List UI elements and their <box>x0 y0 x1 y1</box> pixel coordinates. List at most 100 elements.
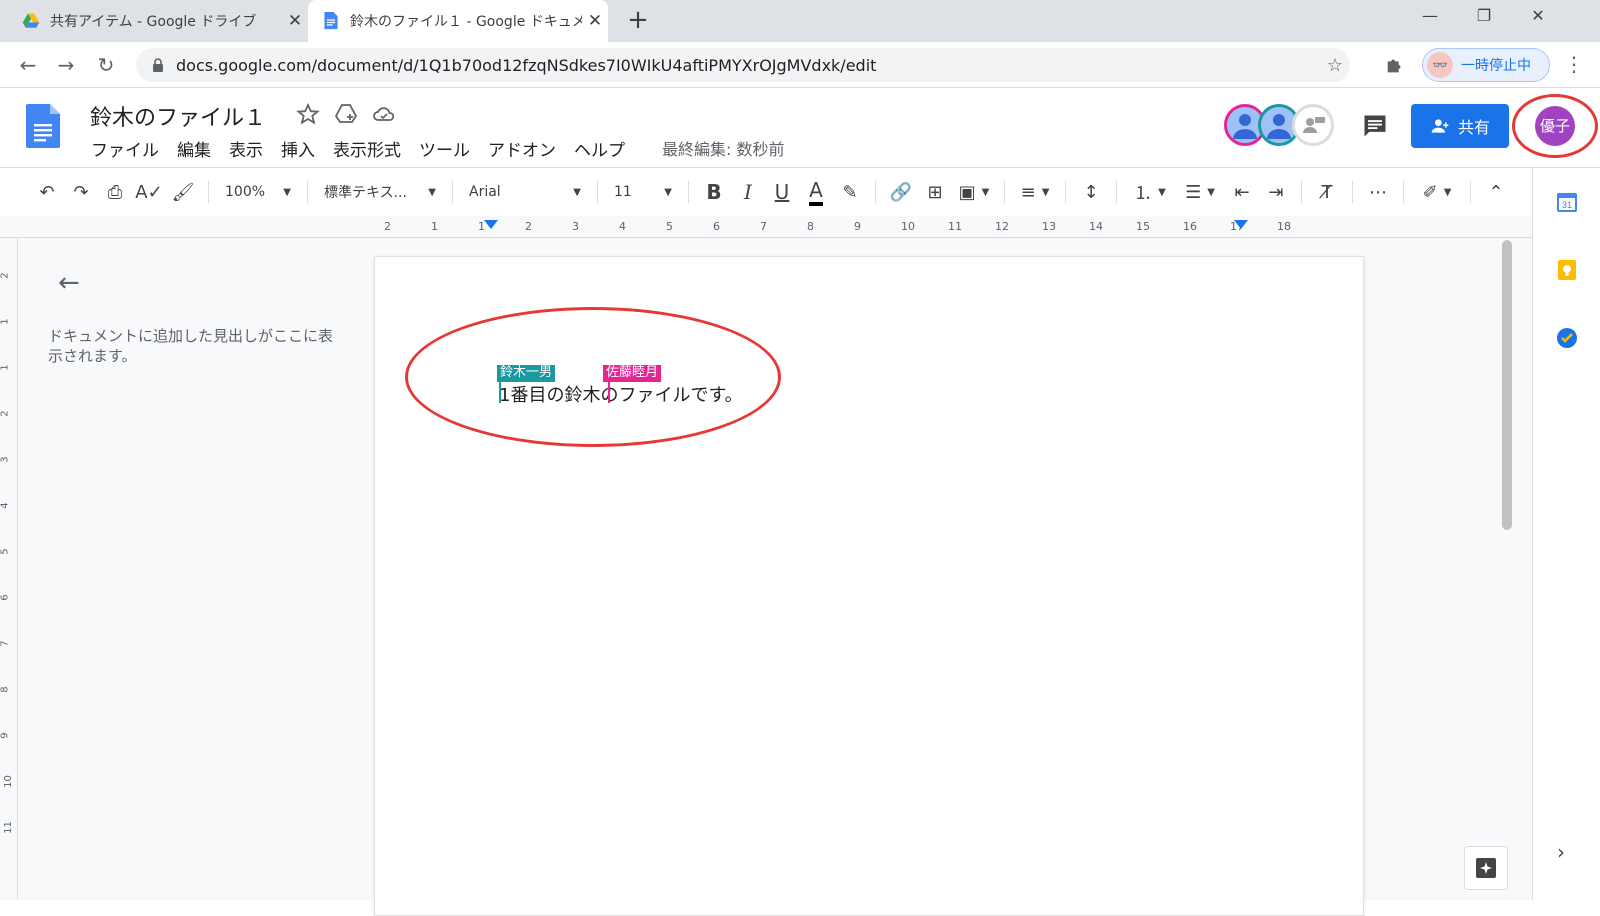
spellcheck-icon[interactable]: A✓ <box>134 176 164 208</box>
clear-formatting-icon[interactable]: T̸ <box>1312 176 1342 208</box>
bookmark-star-icon[interactable]: ☆ <box>1320 55 1350 76</box>
print-icon[interactable]: ⎙ <box>100 176 130 208</box>
restore-button[interactable]: ❐ <box>1464 6 1504 25</box>
explore-button[interactable] <box>1464 846 1508 890</box>
bold-icon[interactable]: B <box>699 176 729 208</box>
vertical-ruler-mark: 8 <box>0 686 11 693</box>
collapse-menus-icon[interactable]: ⌃ <box>1481 176 1511 208</box>
zoom-select[interactable]: 100% ▼ <box>219 176 297 208</box>
style-value: 標準テキス... <box>324 185 407 201</box>
chrome-menu-icon[interactable]: ⋮ <box>1564 52 1584 76</box>
ruler-mark: 1 <box>431 220 438 233</box>
highlight-color-icon[interactable]: ✎ <box>835 176 865 208</box>
vertical-ruler-mark: 9 <box>0 732 11 739</box>
add-comment-icon[interactable]: ⊞ <box>920 176 950 208</box>
vertical-ruler-mark: 4 <box>0 502 11 509</box>
paragraph-style-select[interactable]: 標準テキス... ▼ <box>318 176 442 208</box>
extensions-puzzle-icon[interactable] <box>1384 54 1406 76</box>
tab-docs[interactable]: 鈴木のファイル１ - Google ドキュメン ✕ <box>308 0 608 42</box>
align-icon[interactable]: ≡ ▼ <box>1015 176 1055 208</box>
ruler-mark: 18 <box>1277 220 1291 233</box>
ruler-mark: 9 <box>854 220 861 233</box>
tasks-icon[interactable] <box>1555 326 1579 350</box>
back-arrow-icon[interactable]: ← <box>58 268 80 298</box>
tab-drive[interactable]: 共有アイテム - Google ドライブ ✕ <box>8 0 308 42</box>
toolbar-divider <box>452 181 453 203</box>
vertical-ruler-mark: 10 <box>2 775 14 788</box>
ruler-mark: 7 <box>760 220 767 233</box>
menu-edit[interactable]: 編集 <box>168 134 220 163</box>
font-select[interactable]: Arial ▼ <box>463 176 587 208</box>
reload-icon[interactable]: ↻ <box>92 51 120 79</box>
font-size-select[interactable]: 11 ▼ <box>608 176 678 208</box>
toolbar-divider <box>1116 181 1117 203</box>
more-viewers-avatar[interactable] <box>1292 104 1334 146</box>
ruler-mark: 16 <box>1183 220 1197 233</box>
editing-mode-icon[interactable]: ✐ ▼ <box>1414 176 1460 208</box>
menu-tools[interactable]: ツール <box>410 134 479 163</box>
menu-help[interactable]: ヘルプ <box>565 134 634 163</box>
decrease-indent-icon[interactable]: ⇤ <box>1227 176 1257 208</box>
explore-sparkle-icon <box>1476 858 1496 878</box>
url-text[interactable]: docs.google.com/document/d/1Q1b70od12fzq… <box>176 56 1320 75</box>
tab-title: 鈴木のファイル１ - Google ドキュメン <box>350 14 582 30</box>
toolbar-divider <box>1403 181 1404 203</box>
close-window-button[interactable]: ✕ <box>1518 6 1558 25</box>
profile-button[interactable]: 👓 一時停止中 <box>1422 48 1550 82</box>
toolbar-divider <box>1470 181 1471 203</box>
expand-panel-icon[interactable]: › <box>1557 840 1565 864</box>
close-tab-icon[interactable]: ✕ <box>582 11 608 31</box>
move-to-drive-icon[interactable] <box>334 102 358 126</box>
menu-file[interactable]: ファイル <box>82 134 168 163</box>
menu-insert[interactable]: 挿入 <box>272 134 324 163</box>
italic-icon[interactable]: I <box>733 176 763 208</box>
right-indent-marker[interactable] <box>1234 220 1248 229</box>
close-tab-icon[interactable]: ✕ <box>282 11 308 31</box>
keep-icon[interactable] <box>1555 258 1579 282</box>
left-indent-marker[interactable] <box>484 220 498 229</box>
vertical-ruler[interactable]: 2 1 1 2 3 4 5 6 7 8 9 10 11 <box>0 238 18 900</box>
editor-workspace: ← ドキュメントに追加した見出しがここに表示されます。 鈴木一男 佐藤睦月 1番… <box>18 238 1532 916</box>
menu-view[interactable]: 表示 <box>220 134 272 163</box>
toolbar-divider <box>307 181 308 203</box>
document-title[interactable]: 鈴木のファイル１ <box>90 100 266 132</box>
horizontal-ruler[interactable]: 2 1 1 2 3 4 5 6 7 8 9 10 11 12 13 14 15 16 17 18 <box>0 216 1532 238</box>
paint-format-icon[interactable]: 🖌 <box>168 176 198 208</box>
menu-format[interactable]: 表示形式 <box>324 134 410 163</box>
bulleted-list-icon[interactable]: ☰ ▼ <box>1177 176 1223 208</box>
cloud-saved-icon[interactable] <box>372 102 396 126</box>
comment-history-icon[interactable] <box>1361 112 1389 140</box>
document-page[interactable]: 鈴木一男 佐藤睦月 1番目の鈴木のファイルです。 <box>374 256 1364 916</box>
dropdown-arrow-icon: ▼ <box>283 186 291 198</box>
address-bar[interactable]: docs.google.com/document/d/1Q1b70od12fzq… <box>136 48 1350 82</box>
vertical-scrollbar[interactable] <box>1502 240 1512 530</box>
star-icon[interactable] <box>296 102 320 126</box>
profile-avatar-icon: 👓 <box>1427 52 1453 78</box>
insert-link-icon[interactable]: 🔗 <box>886 176 916 208</box>
minimize-button[interactable]: — <box>1410 6 1450 25</box>
toolbar-divider <box>688 181 689 203</box>
redo-icon[interactable]: ↷ <box>66 176 96 208</box>
person-add-icon <box>1431 119 1449 133</box>
increase-indent-icon[interactable]: ⇥ <box>1261 176 1291 208</box>
vertical-ruler-mark: 1 <box>0 318 11 325</box>
undo-icon[interactable]: ↶ <box>32 176 62 208</box>
back-icon[interactable]: ← <box>14 51 42 79</box>
ruler-mark: 2 <box>525 220 532 233</box>
insert-image-icon[interactable]: ▣ ▼ <box>954 176 994 208</box>
vertical-ruler-mark: 11 <box>2 821 14 834</box>
text-color-icon[interactable]: A <box>801 176 831 208</box>
share-button[interactable]: 共有 <box>1411 104 1509 148</box>
numbered-list-icon[interactable]: ⒈ ▼ <box>1127 176 1173 208</box>
menu-addons[interactable]: アドオン <box>479 134 565 163</box>
new-tab-button[interactable]: + <box>624 7 652 35</box>
calendar-icon[interactable]: 31 <box>1555 190 1579 214</box>
underline-icon[interactable]: U <box>767 176 797 208</box>
forward-icon[interactable]: → <box>52 51 80 79</box>
line-spacing-icon[interactable]: ↕ <box>1076 176 1106 208</box>
dropdown-arrow-icon: ▼ <box>428 186 436 198</box>
last-edit-status[interactable]: 最終編集: 数秒前 <box>662 136 784 160</box>
lock-icon <box>153 58 163 72</box>
docs-home-icon[interactable] <box>26 104 60 148</box>
more-options-icon[interactable]: ⋯ <box>1363 176 1393 208</box>
